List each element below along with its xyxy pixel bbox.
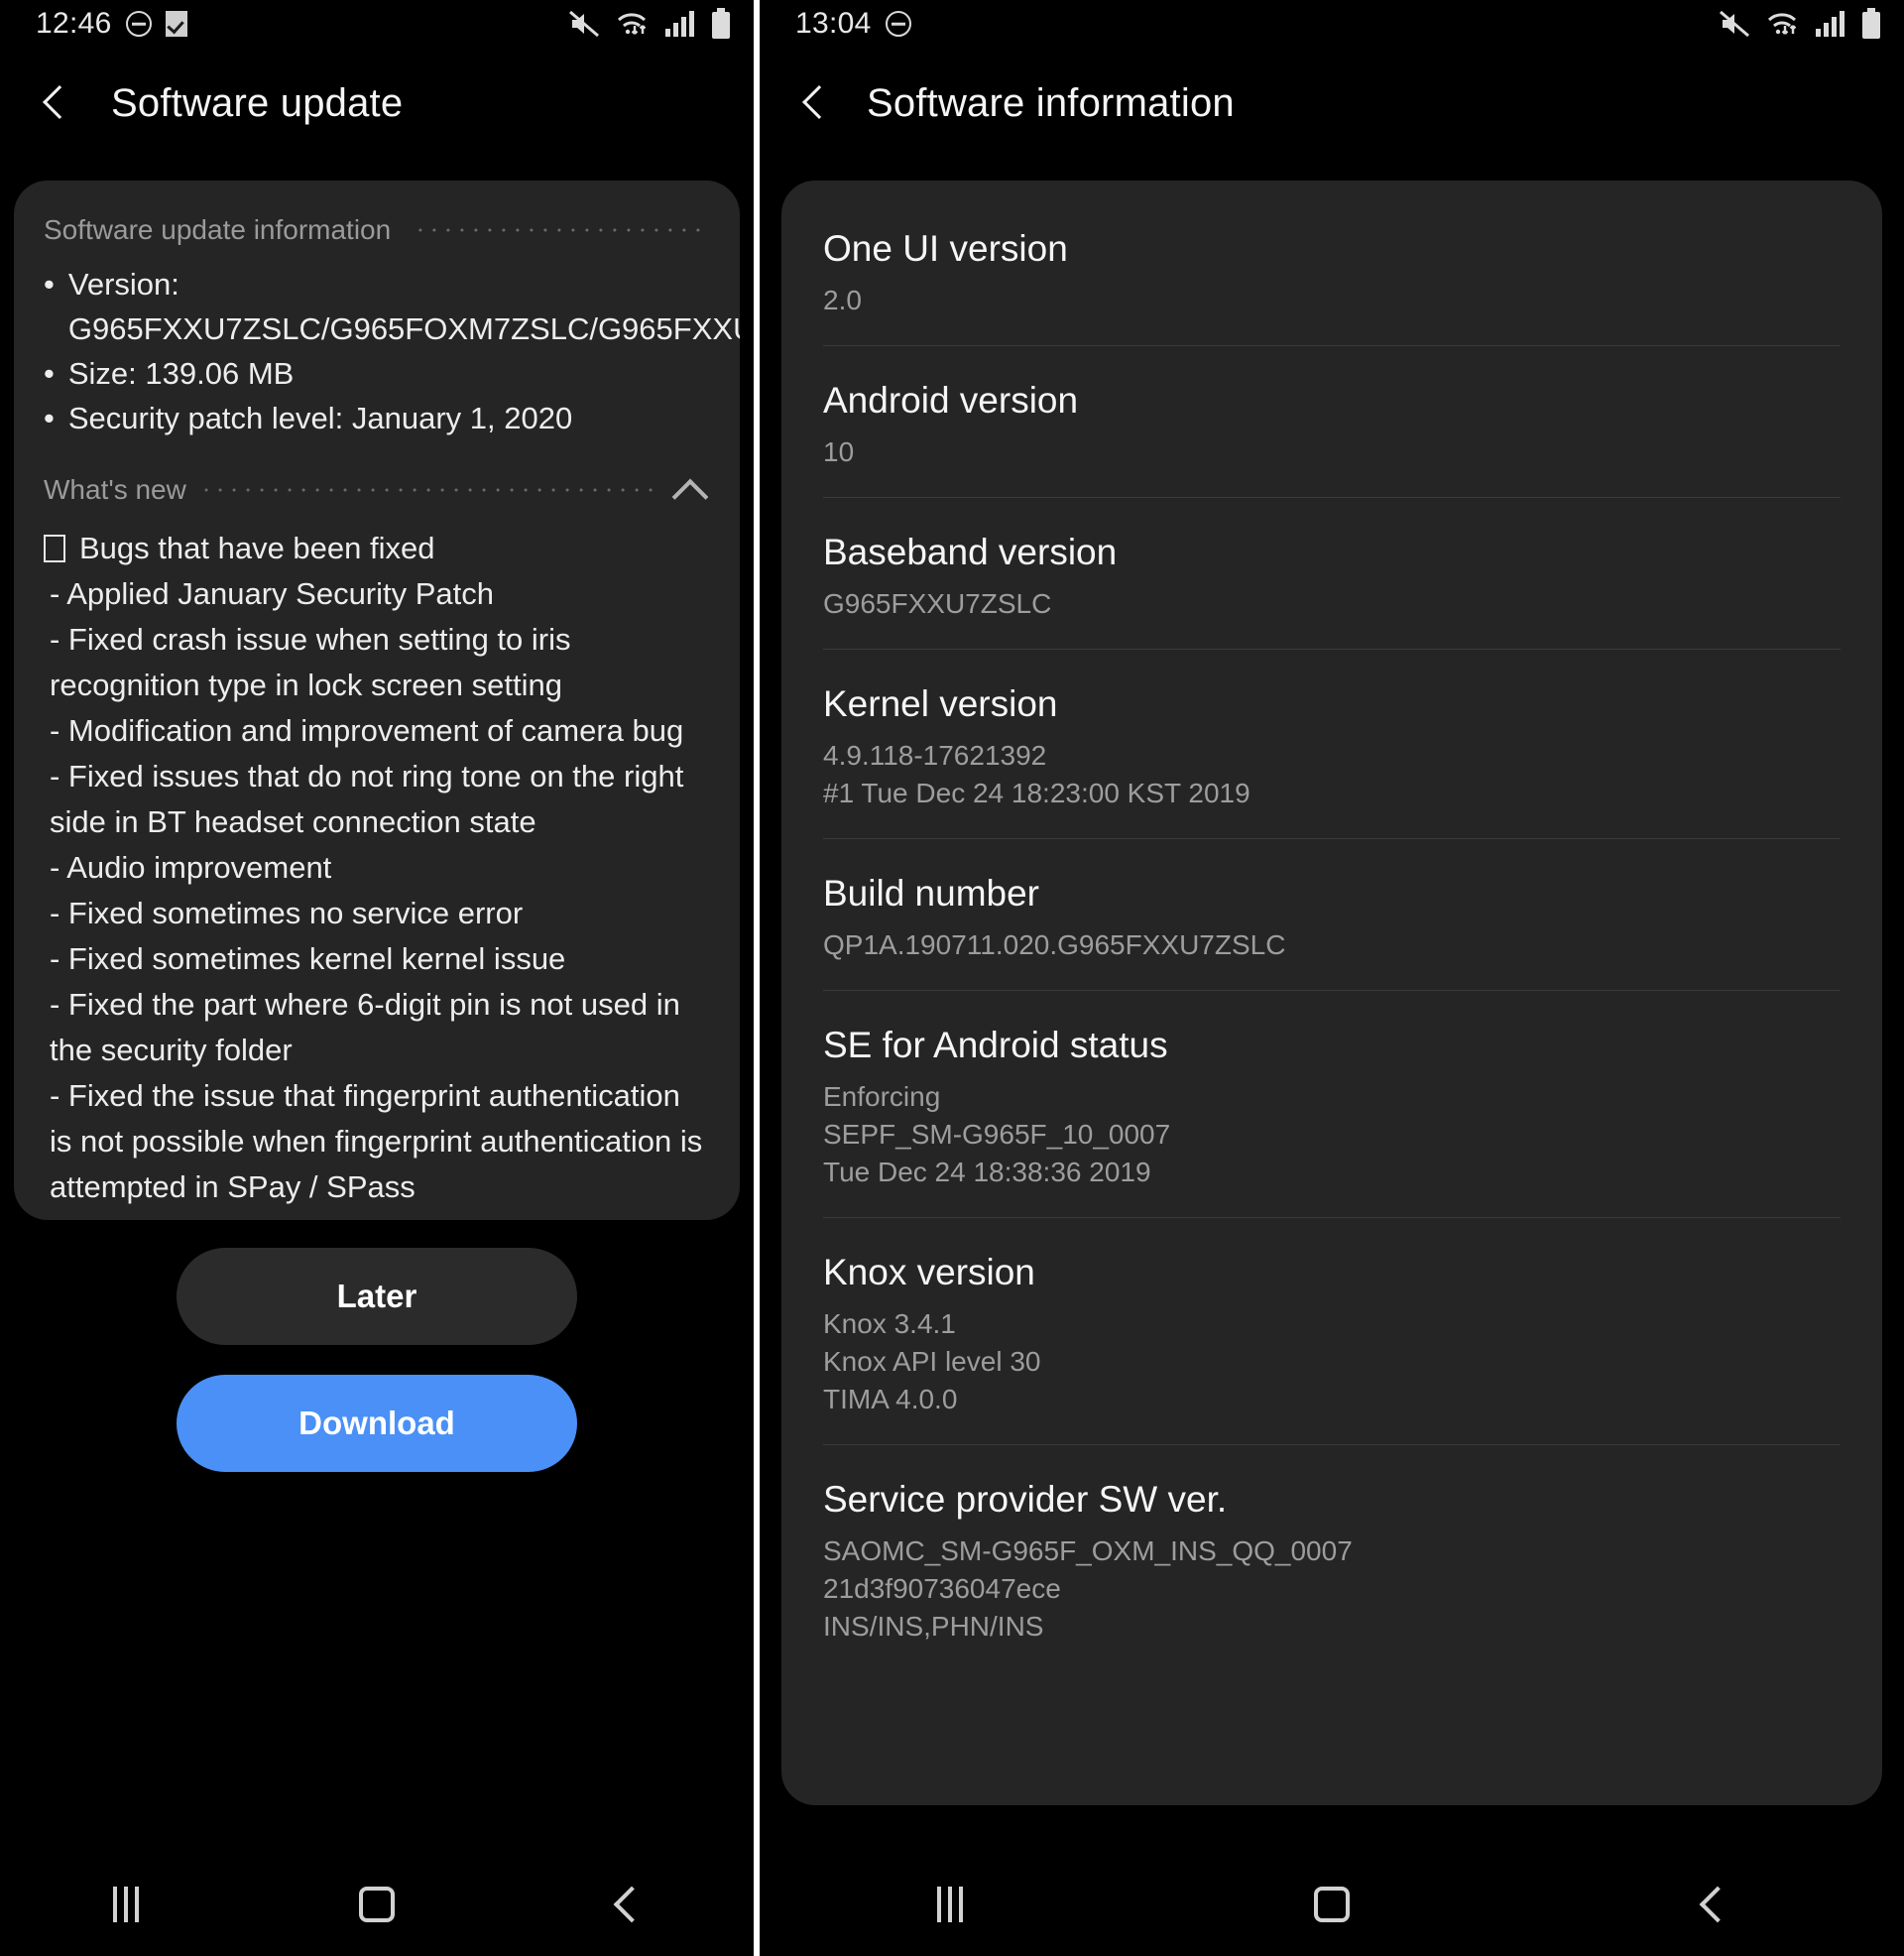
right-screen: 13:04 Software information One UI versio… — [760, 0, 1904, 1956]
row-label: Build number — [823, 873, 1040, 914]
left-status-bar: 12:46 — [0, 0, 754, 48]
list-item: - Applied January Security Patch — [50, 576, 495, 611]
info-row-baseband-version[interactable]: Baseband version G965FXXU7ZSLC — [823, 497, 1841, 649]
row-label: Knox version — [823, 1252, 1035, 1292]
checkbox-icon — [165, 11, 187, 37]
status-clock: 13:04 — [795, 7, 872, 40]
info-row-service-provider-sw-ver[interactable]: Service provider SW ver. SAOMC_SM-G965F_… — [823, 1444, 1841, 1671]
software-update-card: Software update information • Version: G… — [14, 181, 740, 1220]
info-row-kernel-version[interactable]: Kernel version 4.9.118-17621392 #1 Tue De… — [823, 649, 1841, 838]
info-row-knox-version[interactable]: Knox version Knox 3.4.1 Knox API level 30… — [823, 1217, 1841, 1444]
signal-icon — [665, 11, 694, 37]
dual-screenshot: 12:46 Software update Software update in… — [0, 0, 1904, 1956]
home-icon[interactable] — [329, 1857, 424, 1952]
wifi-icon — [1767, 13, 1797, 35]
right-app-bar: Software information — [760, 48, 1904, 159]
list-item: - Fixed the issue that fingerprint authe… — [50, 1078, 703, 1204]
whats-new-header[interactable]: What's new — [44, 470, 710, 510]
list-item: - Fixed issues that do not ring tone on … — [50, 759, 684, 839]
right-nav-bar — [760, 1853, 1904, 1956]
status-right-group — [568, 8, 732, 40]
whats-new-title-row: Bugs that have been fixed — [44, 526, 710, 571]
missing-glyph-icon — [44, 535, 65, 562]
row-value: 2.0 — [823, 285, 862, 315]
whats-new-title: Bugs that have been fixed — [79, 531, 435, 565]
wifi-icon — [617, 13, 647, 35]
page-title: Software update — [111, 80, 404, 125]
update-size-text: Size: 139.06 MB — [67, 356, 295, 391]
row-label: Baseband version — [823, 532, 1118, 572]
list-item: • Version: G965FXXU7ZSLC/G965FOXM7ZSLC/G… — [44, 262, 740, 351]
status-right-group — [1719, 8, 1882, 40]
right-status-bar: 13:04 — [760, 0, 1904, 48]
page-title: Software information — [867, 80, 1235, 125]
row-label: SE for Android status — [823, 1025, 1168, 1065]
mute-icon — [1720, 10, 1749, 38]
list-item: - Fixed sometimes no service error — [50, 896, 524, 930]
dnd-icon — [125, 11, 152, 37]
battery-icon — [712, 8, 730, 39]
row-value: Knox 3.4.1 Knox API level 30 TIMA 4.0.0 — [823, 1308, 1041, 1414]
battery-icon — [1862, 8, 1880, 39]
home-icon[interactable] — [1284, 1857, 1379, 1952]
list-item: - Audio improvement — [50, 850, 332, 885]
back-arrow-icon[interactable] — [793, 81, 837, 125]
chevron-up-icon[interactable] — [670, 470, 710, 510]
recents-icon[interactable] — [902, 1857, 998, 1952]
update-version-text: Version: G965FXXU7ZSLC/G965FOXM7ZSLC/G96… — [67, 267, 740, 346]
left-app-bar: Software update — [0, 48, 754, 159]
whats-new-body: Bugs that have been fixed - Applied Janu… — [44, 526, 710, 1210]
row-value: G965FXXU7ZSLC — [823, 588, 1052, 619]
list-item: - Fixed sometimes kernel kernel issue — [50, 941, 566, 976]
status-left-group: 12:46 — [36, 7, 568, 41]
mute-icon — [569, 10, 599, 38]
dnd-icon — [885, 11, 911, 37]
row-value: Enforcing SEPF_SM-G965F_10_0007 Tue Dec 24… — [823, 1081, 1171, 1187]
info-row-android-version[interactable]: Android version 10 — [823, 345, 1841, 497]
row-label: Service provider SW ver. — [823, 1479, 1228, 1520]
info-row-se-for-android-status[interactable]: SE for Android status Enforcing SEPF_SM-G… — [823, 990, 1841, 1217]
info-row-one-ui-version[interactable]: One UI version 2.0 — [823, 194, 1841, 345]
list-item: • Size: 139.06 MB — [44, 351, 710, 396]
back-icon[interactable] — [580, 1857, 675, 1952]
list-item: - Fixed the part where 6-digit pin is no… — [50, 987, 680, 1067]
software-information-card: One UI version 2.0 Android version 10 Ba… — [781, 181, 1882, 1805]
row-label: Kernel version — [823, 683, 1058, 724]
list-item: - Fixed crash issue when setting to iris… — [50, 622, 571, 702]
status-clock: 12:46 — [36, 7, 112, 40]
recents-icon[interactable] — [78, 1857, 174, 1952]
left-screen: 12:46 Software update Software update in… — [0, 0, 754, 1956]
update-info-header: Software update information — [44, 214, 710, 246]
bullet-icon: • — [44, 267, 55, 302]
whats-new-label: What's new — [44, 474, 186, 505]
row-value: 4.9.118-17621392 #1 Tue Dec 24 18:23:00 K… — [823, 740, 1250, 808]
left-nav-bar — [0, 1853, 754, 1956]
update-patch-text: Security patch level: January 1, 2020 — [67, 401, 573, 435]
bullet-icon: • — [44, 401, 55, 435]
update-info-label: Software update information — [44, 214, 392, 245]
dotted-divider — [409, 228, 710, 232]
download-button[interactable]: Download — [177, 1375, 577, 1472]
info-row-build-number[interactable]: Build number QP1A.190711.020.G965FXXU7ZS… — [823, 838, 1841, 990]
later-button[interactable]: Later — [177, 1248, 577, 1345]
row-value: 10 — [823, 436, 855, 467]
bullet-icon: • — [44, 356, 55, 391]
row-value: SAOMC_SM-G965F_OXM_INS_QQ_0007 21d3f90736… — [823, 1535, 1353, 1642]
row-label: One UI version — [823, 228, 1068, 269]
back-arrow-icon[interactable] — [34, 81, 77, 125]
dotted-divider — [203, 488, 653, 492]
update-info-list: • Version: G965FXXU7ZSLC/G965FOXM7ZSLC/G… — [44, 262, 740, 440]
list-item: • Security patch level: January 1, 2020 — [44, 396, 710, 440]
status-left-group: 13:04 — [795, 7, 1719, 41]
row-value: QP1A.190711.020.G965FXXU7ZSLC — [823, 929, 1286, 960]
back-icon[interactable] — [1666, 1857, 1761, 1952]
row-label: Android version — [823, 380, 1079, 421]
signal-icon — [1816, 11, 1844, 37]
list-item: - Modification and improvement of camera… — [50, 713, 684, 748]
update-actions: Later Download — [0, 1248, 754, 1472]
